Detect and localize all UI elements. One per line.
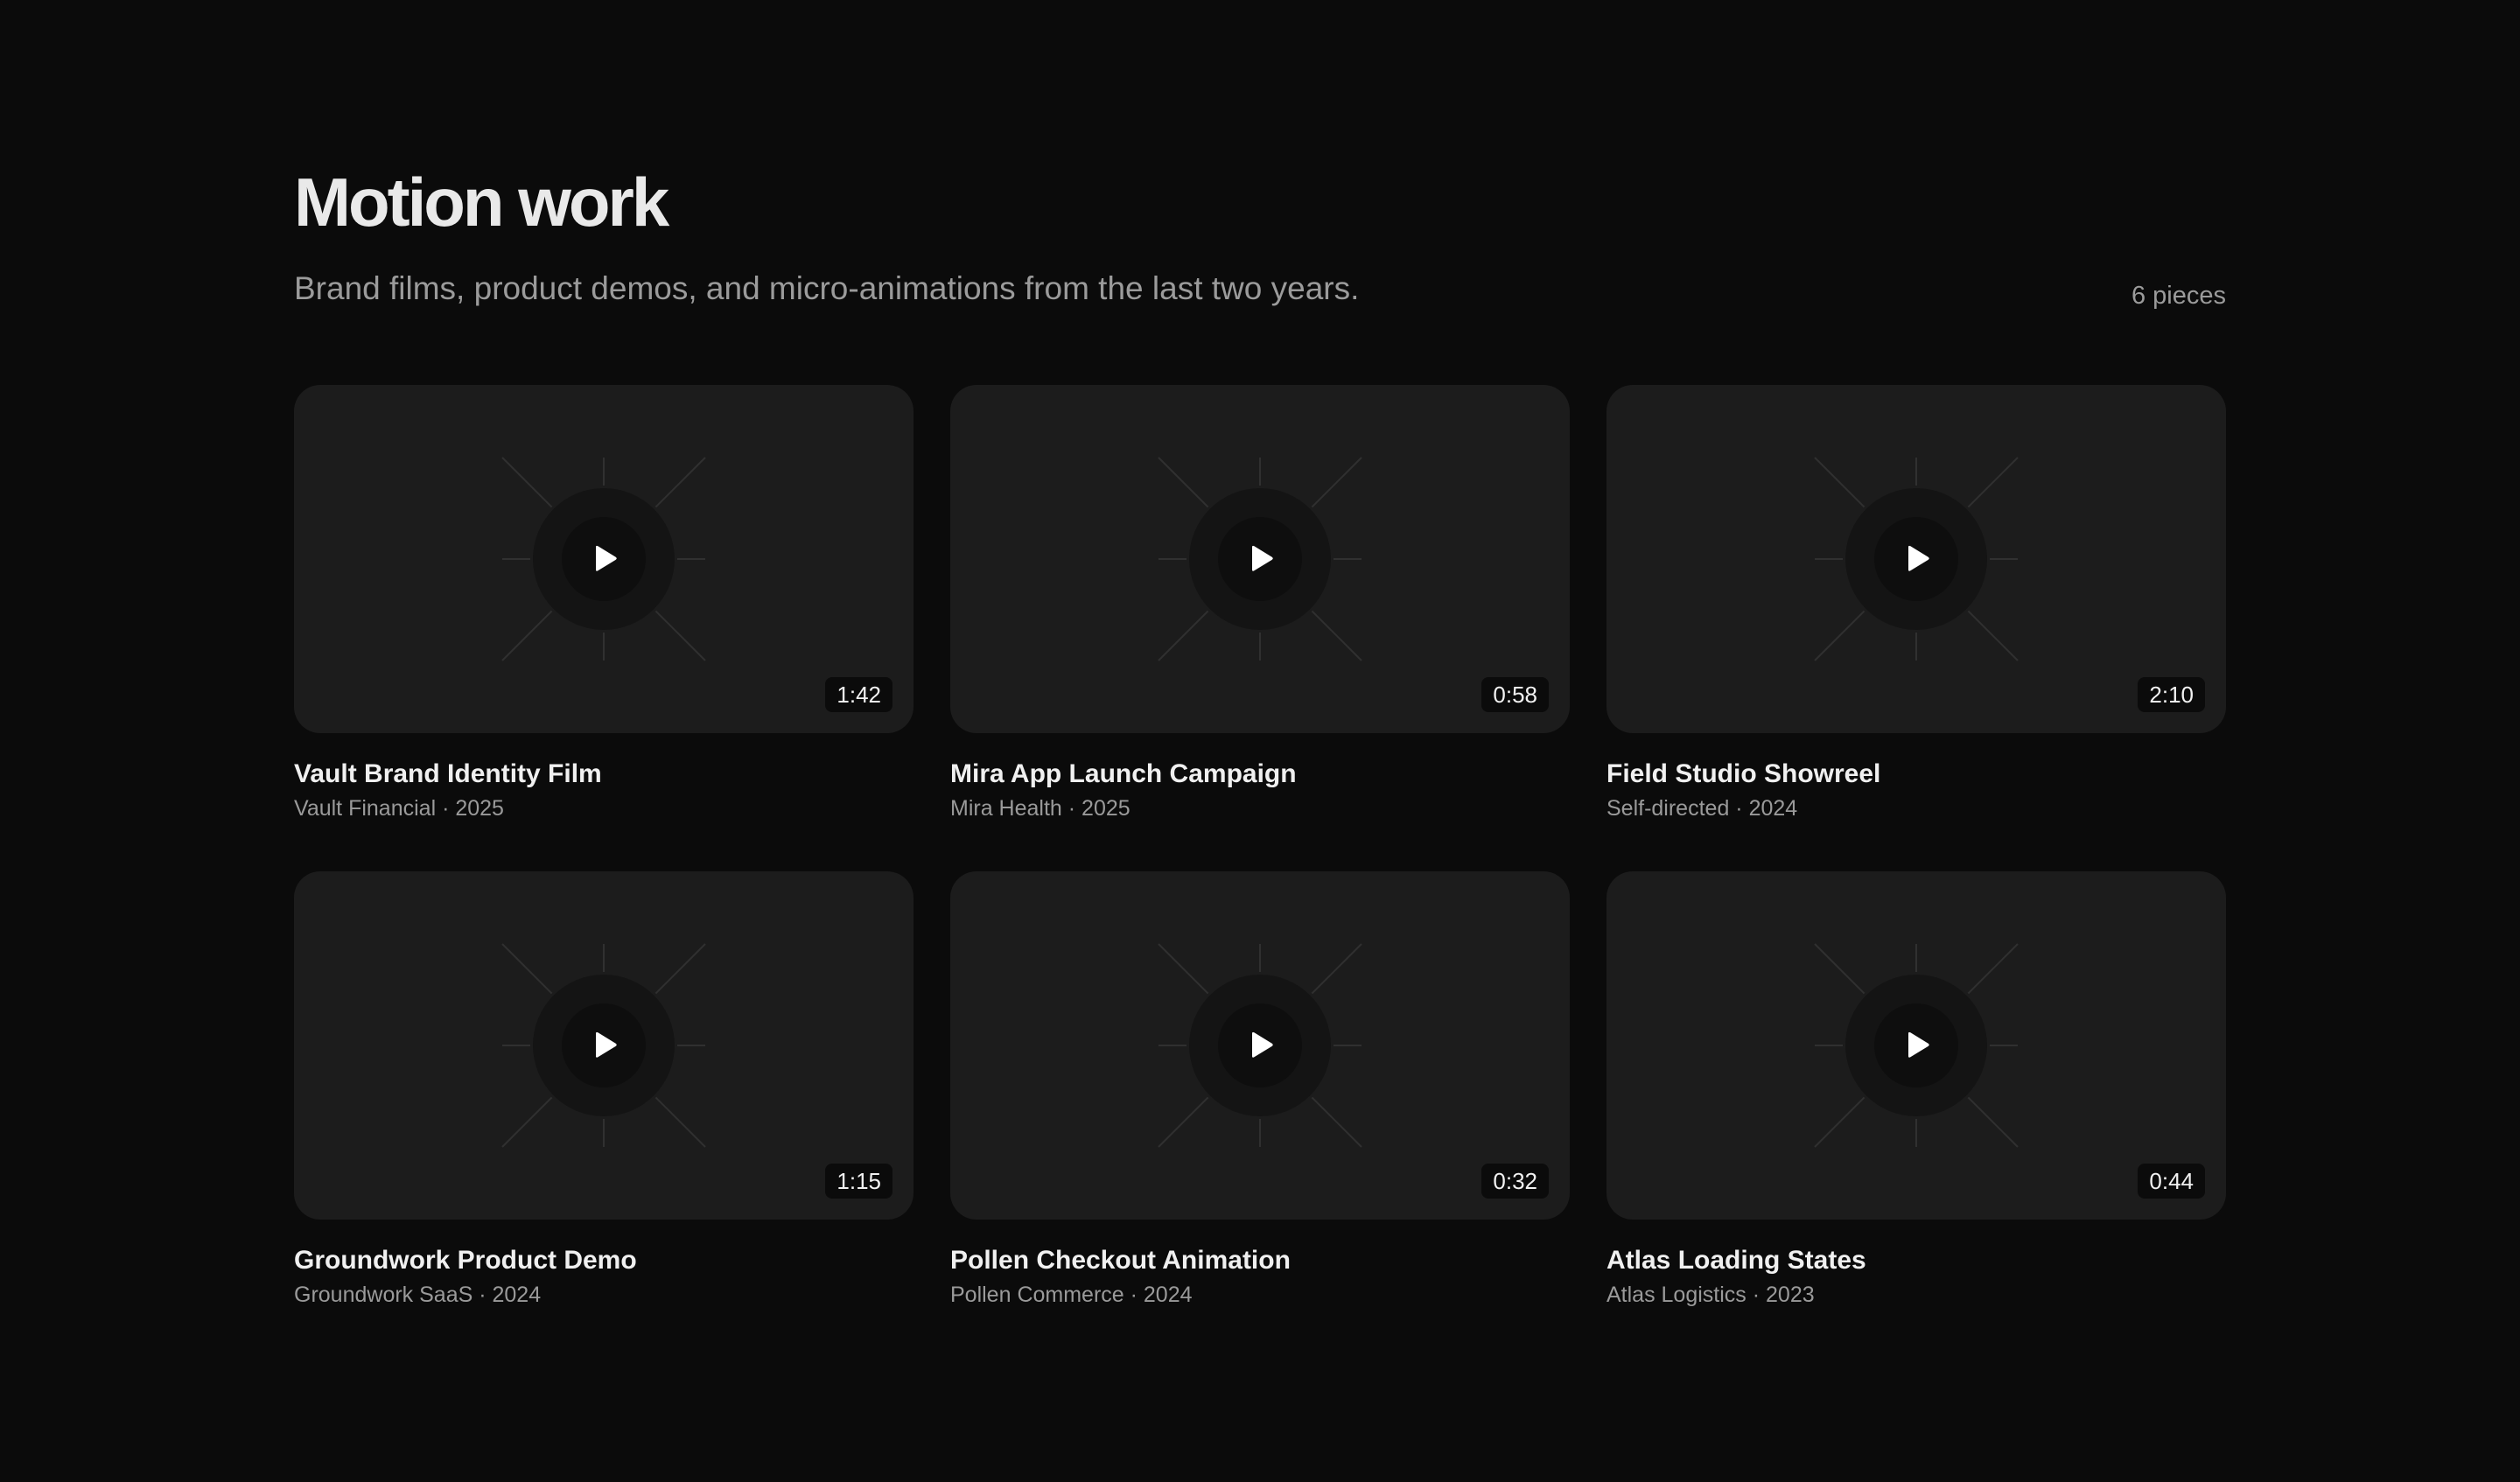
page-title: Motion work [294,164,669,241]
play-icon [596,1031,617,1058]
burst-ray [1967,943,2019,995]
burst-ray [654,1096,706,1148]
project-year: 2025 [1082,796,1130,821]
piece-count: 6 pieces [2131,282,2226,310]
burst-ray [1311,610,1362,661]
burst-ray [1311,1096,1362,1148]
project-meta: Mira Health · 2025 [950,796,1130,821]
project-year: 2024 [1143,1283,1193,1307]
project-title[interactable]: Mira App Launch Campaign [950,758,1570,791]
burst-ray [1814,943,1866,995]
play-icon [1252,545,1273,571]
project-card[interactable]: 1:15 Groundwork Product Demo Groundwork … [294,871,914,1311]
duration-badge: 1:42 [825,677,892,712]
burst-ray [1967,457,2019,508]
project-title[interactable]: Atlas Loading States [1606,1244,2226,1277]
page-subtitle: Brand films, product demos, and micro-an… [294,270,1360,306]
burst-ray [1814,610,1866,661]
play-icon [596,545,617,571]
burst-ray [1158,1096,1209,1148]
video-thumbnail[interactable]: 1:15 [294,871,914,1220]
burst-ray [1158,943,1209,995]
project-title[interactable]: Field Studio Showreel [1606,758,2226,791]
burst-ray [1814,1096,1866,1148]
project-meta: Groundwork SaaS · 2024 [294,1283,542,1307]
duration-badge: 0:44 [2138,1164,2205,1199]
burst-ray [501,943,553,995]
video-thumbnail[interactable]: 1:42 [294,385,914,733]
burst-ray [501,457,553,508]
project-year: 2024 [1748,796,1798,821]
project-grid: 1:42 Vault Brand Identity Film Vault Fin… [294,385,2226,1311]
duration-badge: 0:58 [1481,677,1549,712]
project-meta: Atlas Logistics · 2023 [1606,1283,1815,1307]
burst-ray [1967,610,2019,661]
project-meta: Pollen Commerce · 2024 [950,1283,1193,1307]
project-card[interactable]: 0:44 Atlas Loading States Atlas Logistic… [1606,871,2226,1311]
video-thumbnail[interactable]: 0:32 [950,871,1570,1220]
project-client: Mira Health [950,796,1062,821]
project-card[interactable]: 0:32 Pollen Checkout Animation Pollen Co… [950,871,1570,1311]
play-icon [1908,1031,1929,1058]
duration-badge: 2:10 [2138,677,2205,712]
video-thumbnail[interactable]: 2:10 [1606,385,2226,733]
video-thumbnail[interactable]: 0:44 [1606,871,2226,1220]
project-meta: Vault Financial · 2025 [294,796,504,821]
project-meta: Self-directed · 2024 [1606,796,1798,821]
burst-ray [501,1096,553,1148]
burst-ray [501,610,553,661]
project-client: Vault Financial [294,796,437,821]
project-title[interactable]: Groundwork Product Demo [294,1244,914,1277]
project-card[interactable]: 0:58 Mira App Launch Campaign Mira Healt… [950,385,1570,824]
project-title[interactable]: Pollen Checkout Animation [950,1244,1570,1277]
project-title[interactable]: Vault Brand Identity Film [294,758,914,791]
burst-ray [1158,610,1209,661]
project-card[interactable]: 2:10 Field Studio Showreel Self-directed… [1606,385,2226,824]
project-card[interactable]: 1:42 Vault Brand Identity Film Vault Fin… [294,385,914,824]
duration-badge: 1:15 [825,1164,892,1199]
play-icon [1908,545,1929,571]
project-client: Pollen Commerce [950,1283,1124,1307]
play-icon [1252,1031,1273,1058]
burst-ray [1311,457,1362,508]
project-client: Self-directed [1606,796,1730,821]
burst-ray [1311,943,1362,995]
project-client: Groundwork SaaS [294,1283,473,1307]
project-year: 2024 [492,1283,542,1307]
burst-ray [654,943,706,995]
project-client: Atlas Logistics [1606,1283,1746,1307]
burst-ray [654,457,706,508]
video-thumbnail[interactable]: 0:58 [950,385,1570,733]
project-year: 2025 [455,796,504,821]
project-year: 2023 [1766,1283,1815,1307]
duration-badge: 0:32 [1481,1164,1549,1199]
burst-ray [1158,457,1209,508]
burst-ray [1967,1096,2019,1148]
burst-ray [654,610,706,661]
burst-ray [1814,457,1866,508]
